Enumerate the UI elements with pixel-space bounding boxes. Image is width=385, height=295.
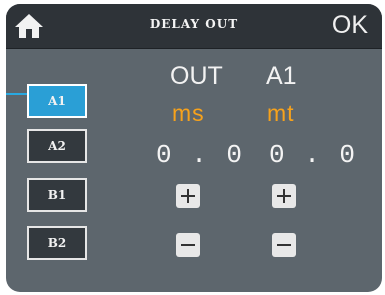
ok-button[interactable]: OK <box>332 10 368 40</box>
channel-button-a1[interactable]: A1 <box>27 84 87 118</box>
ms-decrease-button[interactable] <box>176 233 200 257</box>
mt-unit-label: mt <box>267 100 295 126</box>
ms-unit-label: ms <box>172 100 205 126</box>
plus-icon-vertical <box>283 189 285 203</box>
mt-decrease-button[interactable] <box>272 233 296 257</box>
device-screen: DELAY OUT OK A1 A2 B1 B2 OUT A1 ms mt 0 … <box>6 4 382 292</box>
plus-icon-vertical <box>187 189 189 203</box>
mt-increase-button[interactable] <box>272 184 296 208</box>
channel-button-a2[interactable]: A2 <box>27 129 87 163</box>
minus-icon <box>181 244 195 246</box>
ms-value: 0 . 0 <box>156 140 245 170</box>
minus-icon <box>277 244 291 246</box>
channel-button-b2[interactable]: B2 <box>27 226 87 260</box>
output-label: OUT <box>170 62 223 90</box>
mt-value: 0 . 0 <box>269 140 358 170</box>
channel-button-b1[interactable]: B1 <box>27 178 87 212</box>
output-channel: A1 <box>266 62 297 90</box>
title-bar: DELAY OUT OK <box>6 4 382 49</box>
ms-increase-button[interactable] <box>176 184 200 208</box>
page-title: DELAY OUT <box>149 17 239 31</box>
